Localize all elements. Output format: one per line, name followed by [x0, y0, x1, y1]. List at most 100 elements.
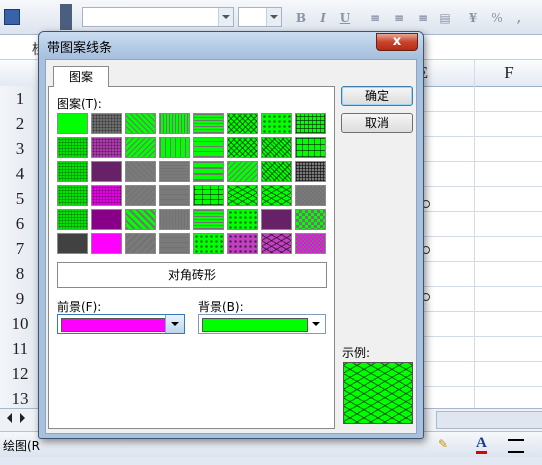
pattern-cell[interactable] — [227, 233, 258, 254]
merge-center-icon[interactable]: ▤ — [436, 9, 454, 27]
pattern-cell[interactable] — [261, 209, 292, 230]
pattern-cell[interactable] — [57, 161, 88, 182]
background-color-swatch — [202, 318, 308, 332]
sample-preview — [343, 362, 413, 424]
pattern-cell[interactable] — [261, 185, 292, 206]
pattern-cell[interactable] — [193, 137, 224, 158]
pattern-label: 图案(T): — [57, 97, 102, 111]
row-header[interactable]: 8 — [0, 261, 41, 286]
drawing-menu-label[interactable]: 绘图(R — [3, 437, 40, 454]
pattern-cell[interactable] — [295, 233, 326, 254]
percent-button[interactable]: % — [488, 9, 506, 27]
row-header[interactable]: 6 — [0, 211, 41, 236]
align-left-icon[interactable]: ≡ — [366, 9, 384, 27]
pattern-cell[interactable] — [295, 137, 326, 158]
row-header[interactable]: 1 — [0, 86, 41, 111]
pattern-cell[interactable] — [261, 161, 292, 182]
align-right-icon[interactable]: ≡ — [414, 9, 432, 27]
pattern-cell[interactable] — [91, 233, 122, 254]
pattern-cell[interactable] — [57, 137, 88, 158]
pattern-cell[interactable] — [193, 161, 224, 182]
cancel-button[interactable]: 取消 — [341, 113, 413, 133]
selected-pattern-name: 对角砖形 — [57, 262, 327, 288]
pattern-cell[interactable] — [295, 161, 326, 182]
bold-button[interactable]: B — [292, 9, 310, 27]
dialog-titlebar[interactable]: 带图案线条 x — [39, 32, 423, 58]
pattern-cell[interactable] — [261, 137, 292, 158]
pattern-cell[interactable] — [159, 233, 190, 254]
column-header-f[interactable]: F — [474, 60, 542, 86]
pattern-cell[interactable] — [159, 137, 190, 158]
dialog-body: 图案 图案(T): 对角砖形 前景(F): 背景(B): 确定 取消 示例: — [45, 59, 417, 434]
font-size-combo[interactable] — [238, 7, 282, 27]
row-header[interactable]: 3 — [0, 136, 41, 161]
pattern-cell[interactable] — [91, 113, 122, 134]
save-icon[interactable] — [4, 9, 20, 25]
pattern-cell[interactable] — [91, 209, 122, 230]
pattern-cell[interactable] — [295, 185, 326, 206]
pattern-cell[interactable] — [193, 113, 224, 134]
foreground-label: 前景(F): — [57, 300, 102, 314]
pattern-cell[interactable] — [295, 209, 326, 230]
pattern-cell[interactable] — [227, 185, 258, 206]
row-header[interactable]: 9 — [0, 286, 41, 311]
pattern-cell[interactable] — [91, 161, 122, 182]
row-header[interactable]: 11 — [0, 336, 41, 361]
pattern-cell[interactable] — [261, 233, 292, 254]
pattern-cell[interactable] — [159, 161, 190, 182]
tab-pattern[interactable]: 图案 — [53, 66, 109, 87]
pattern-cell[interactable] — [159, 113, 190, 134]
patterned-lines-dialog: 带图案线条 x 图案 图案(T): 对角砖形 前景(F): 背景(B): 确定 … — [38, 31, 424, 439]
close-button[interactable]: x — [376, 33, 418, 51]
pattern-cell[interactable] — [57, 233, 88, 254]
background-color-select[interactable] — [198, 314, 326, 334]
tab-scroll-left-icon[interactable] — [2, 413, 12, 423]
pattern-cell[interactable] — [227, 209, 258, 230]
foreground-color-select[interactable] — [57, 314, 185, 334]
pattern-cell[interactable] — [295, 113, 326, 134]
pattern-cell[interactable] — [193, 209, 224, 230]
pattern-cell[interactable] — [57, 185, 88, 206]
tab-scroll-right-icon[interactable] — [20, 413, 30, 423]
pattern-cell[interactable] — [125, 185, 156, 206]
currency-icon[interactable]: ¥ — [464, 9, 482, 27]
chevron-down-icon[interactable] — [165, 315, 184, 333]
pattern-cell[interactable] — [193, 185, 224, 206]
pattern-cell[interactable] — [193, 233, 224, 254]
ok-button[interactable]: 确定 — [341, 86, 413, 106]
pattern-cell[interactable] — [57, 113, 88, 134]
row-header[interactable]: 5 — [0, 186, 41, 211]
sample-label: 示例: — [342, 346, 371, 360]
pattern-cell[interactable] — [159, 185, 190, 206]
horizontal-scrollbar[interactable] — [436, 411, 542, 429]
font-color-icon[interactable]: A — [476, 435, 487, 454]
row-header[interactable]: 7 — [0, 236, 41, 261]
toolbar-overflow-icon[interactable] — [60, 4, 72, 30]
dialog-title: 带图案线条 — [47, 41, 113, 56]
pattern-cell[interactable] — [227, 137, 258, 158]
pattern-cell[interactable] — [125, 209, 156, 230]
pattern-cell[interactable] — [125, 233, 156, 254]
pattern-cell[interactable] — [91, 185, 122, 206]
comma-style-icon[interactable]: , — [510, 9, 528, 27]
row-header[interactable]: 2 — [0, 111, 41, 136]
pattern-cell[interactable] — [91, 137, 122, 158]
pattern-cell[interactable] — [159, 209, 190, 230]
line-style-icon[interactable] — [508, 439, 524, 453]
row-header[interactable]: 4 — [0, 161, 41, 186]
font-name-combo[interactable] — [82, 7, 234, 27]
italic-button[interactable]: I — [314, 9, 332, 27]
pattern-cell[interactable] — [125, 113, 156, 134]
pattern-cell[interactable] — [125, 161, 156, 182]
align-center-icon[interactable]: ≡ — [390, 9, 408, 27]
pattern-cell[interactable] — [227, 113, 258, 134]
pattern-cell[interactable] — [227, 161, 258, 182]
row-header[interactable]: 10 — [0, 311, 41, 336]
underline-button[interactable]: U — [336, 9, 354, 27]
pattern-cell[interactable] — [125, 137, 156, 158]
chevron-down-icon[interactable] — [307, 315, 325, 333]
pattern-cell[interactable] — [57, 209, 88, 230]
fill-color-icon[interactable]: ✎ — [438, 437, 452, 451]
pattern-cell[interactable] — [261, 113, 292, 134]
row-header[interactable]: 12 — [0, 361, 41, 386]
